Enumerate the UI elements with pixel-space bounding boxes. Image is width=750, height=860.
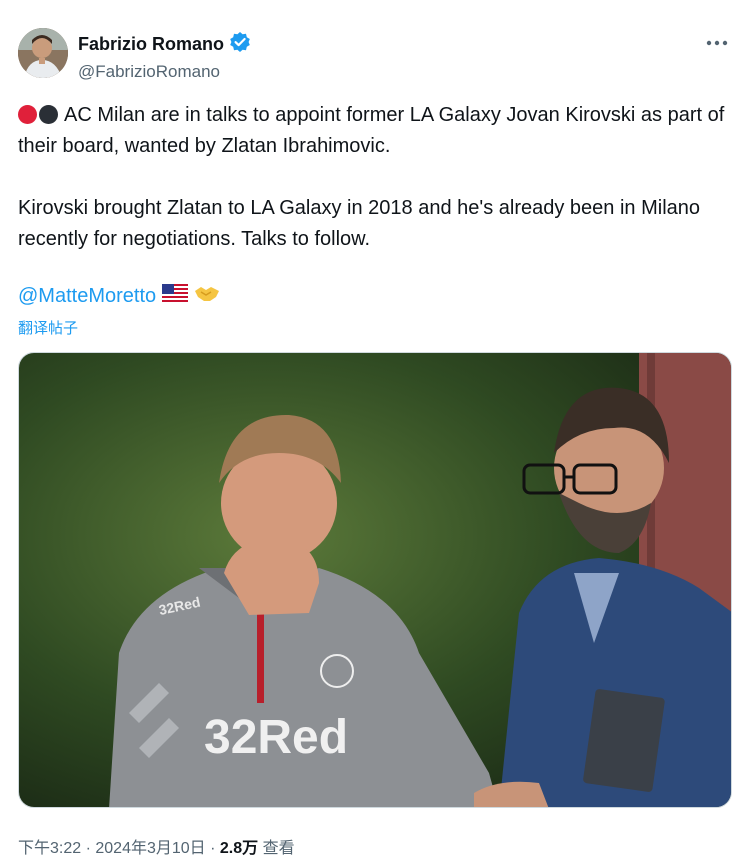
paragraph-1-text: AC Milan are in talks to appoint former … bbox=[18, 104, 725, 157]
red-circle-icon bbox=[18, 105, 37, 124]
meta-separator: · bbox=[81, 840, 96, 857]
more-options-button[interactable] bbox=[702, 28, 732, 58]
shirt-sponsor-text: 32Red bbox=[204, 711, 348, 764]
avatar[interactable] bbox=[18, 28, 68, 78]
views-count: 2.8万 bbox=[219, 840, 259, 857]
mention-link[interactable]: @MatteMoretto bbox=[18, 285, 156, 308]
tweet-date[interactable]: 2024年3月10日 bbox=[95, 840, 205, 857]
tweet-paragraph-1: AC Milan are in talks to appoint former … bbox=[18, 100, 734, 162]
black-circle-icon bbox=[39, 105, 58, 124]
translate-post-link[interactable]: 翻译帖子 bbox=[18, 317, 78, 338]
tweet-text: AC Milan are in talks to appoint former … bbox=[18, 100, 734, 255]
tweet-meta: 下午3:22 · 2024年3月10日 · 2.8万 查看 bbox=[18, 834, 295, 858]
tweet-time[interactable]: 下午3:22 bbox=[18, 840, 81, 857]
photo-image: 32Red 32Red bbox=[19, 353, 731, 807]
tweet-header: Fabrizio Romano @FabrizioRomano bbox=[18, 28, 734, 84]
display-name[interactable]: Fabrizio Romano bbox=[78, 34, 224, 55]
author-names: Fabrizio Romano @FabrizioRomano bbox=[78, 31, 251, 82]
handshake-icon bbox=[194, 283, 220, 309]
tweet-paragraph-2: Kirovski brought Zlatan to LA Galaxy in … bbox=[18, 197, 701, 250]
author-handle[interactable]: @FabrizioRomano bbox=[78, 62, 251, 82]
verified-badge-icon bbox=[229, 31, 251, 58]
avatar-image bbox=[18, 28, 68, 78]
meta-separator-2: · bbox=[205, 840, 220, 857]
views-label: 查看 bbox=[258, 840, 295, 857]
tweet-photo[interactable]: 32Red 32Red bbox=[18, 352, 732, 808]
more-options-icon bbox=[706, 40, 728, 46]
mention-row: @MatteMoretto bbox=[18, 283, 220, 309]
us-flag-icon bbox=[162, 284, 189, 308]
